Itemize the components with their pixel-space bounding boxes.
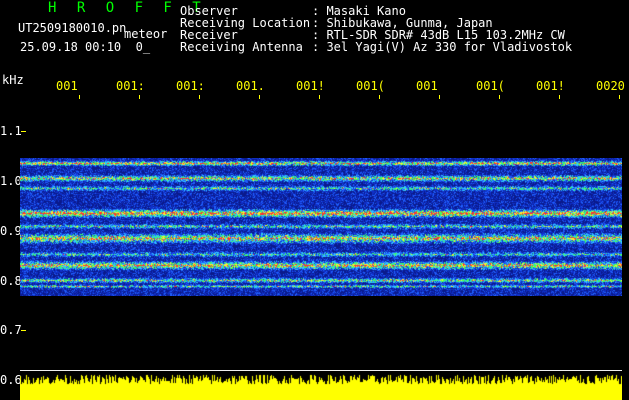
datetime-suffix: 0_ (135, 40, 151, 54)
y-tick-label: 0.7 (0, 323, 22, 337)
y-tick-label: 1.1 (0, 124, 22, 138)
x-tick-label: 001( (356, 79, 385, 93)
y-tick-mark (21, 131, 26, 132)
x-tick-label: 001! (536, 79, 565, 93)
y-tick-label: 0.6 (0, 373, 22, 387)
signal-level-bar (20, 372, 622, 400)
x-tick-label: 0020 (596, 79, 625, 93)
x-tick-mark (499, 95, 500, 99)
x-tick-label: 001 (416, 79, 438, 93)
x-tick-label: 001( (476, 79, 505, 93)
y-tick-label: 0.8 (0, 274, 22, 288)
x-tick-label: 001. (236, 79, 265, 93)
antenna-value: : 3el Yagi(V) Az 330 for Vladivostok (312, 40, 573, 54)
event-label: meteor (124, 27, 168, 41)
x-tick-mark (79, 95, 80, 99)
x-tick-label: 001! (296, 79, 325, 93)
y-tick-label: 1.0 (0, 174, 22, 188)
y-tick-label: 0.9 (0, 224, 22, 238)
spectrogram-plot (20, 158, 622, 296)
x-tick-mark (439, 95, 440, 99)
antenna-label: Receiving Antenna (180, 40, 303, 54)
hrofft-spectrogram-window: H R O F F T UT2509180010.pn meteor 25.09… (0, 0, 629, 400)
x-tick-label: 001: (116, 79, 145, 93)
datetime-value: 25.09.18 00:10 (20, 40, 122, 54)
x-tick-label: 001: (176, 79, 205, 93)
frequency-unit-label: kHz (2, 73, 24, 87)
x-tick-mark (379, 95, 380, 99)
capture-datetime: 25.09.18 00:10 0_ (20, 41, 150, 53)
x-tick-mark (319, 95, 320, 99)
file-name: UT2509180010.pn (18, 21, 127, 35)
x-tick-mark (619, 95, 620, 99)
y-tick-mark (21, 330, 26, 331)
x-tick-mark (139, 95, 140, 99)
x-tick-mark (559, 95, 560, 99)
baseline-line (20, 370, 622, 371)
x-tick-mark (199, 95, 200, 99)
x-tick-label: 001 (56, 79, 78, 93)
x-tick-mark (259, 95, 260, 99)
